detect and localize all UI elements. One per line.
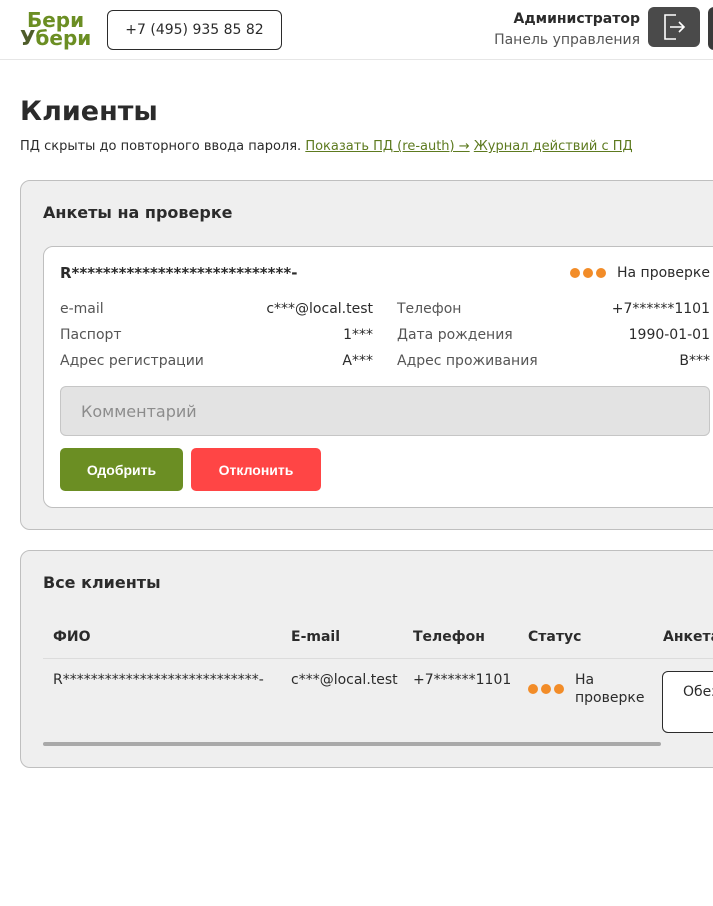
email-value: c***@local.test [266, 301, 373, 317]
clients-panel: Все клиенты ФИО E-mail Телефон Статус Ан… [20, 550, 713, 768]
phone-value: +7******1101 [611, 301, 710, 317]
application-card: R****************************- На провер… [43, 246, 713, 508]
status-dots-icon [570, 268, 609, 278]
pd-notice: ПД скрыты до повторного ввода пароля. По… [20, 139, 633, 154]
review-panel-title: Анкеты на проверке [43, 203, 233, 222]
form-action-button[interactable]: Обез [662, 671, 713, 733]
page-title: Клиенты [20, 96, 158, 127]
cell-email: c***@local.test [291, 672, 398, 688]
horizontal-scrollbar[interactable] [43, 742, 661, 746]
logo-accent: У [20, 26, 36, 50]
logo-line-2: Убери [20, 26, 92, 50]
logo[interactable]: Бери Убери [20, 10, 102, 52]
status-dots-icon [528, 684, 567, 694]
column-header-status[interactable]: Статус [528, 629, 581, 645]
cell-status-line-1: На [575, 672, 595, 688]
admin-name: Администратор [513, 11, 640, 27]
menu-button[interactable] [708, 7, 713, 50]
live-address-value: B*** [679, 353, 710, 369]
reg-address-label: Адрес регистрации [60, 353, 204, 369]
cell-phone: +7******1101 [413, 672, 512, 688]
logout-button[interactable] [648, 7, 700, 47]
app-header: Бери Убери +7 (495) 935 85 82 Администра… [0, 0, 713, 60]
passport-value: 1*** [343, 327, 373, 343]
phone-button[interactable]: +7 (495) 935 85 82 [107, 10, 282, 50]
pd-journal-link[interactable]: Журнал действий с ПД [474, 139, 633, 154]
reg-address-value: A*** [342, 353, 373, 369]
status-badge: На проверке [570, 265, 710, 281]
show-pd-link[interactable]: Показать ПД (re-auth) → [305, 139, 469, 154]
column-header-name[interactable]: ФИО [53, 629, 91, 645]
admin-panel-label: Панель управления [494, 32, 640, 48]
live-address-label: Адрес проживания [397, 353, 538, 369]
birth-date-value: 1990-01-01 [628, 327, 710, 343]
pd-notice-text: ПД скрыты до повторного ввода пароля. [20, 139, 302, 154]
review-panel: Анкеты на проверке R********************… [20, 180, 713, 530]
birth-date-label: Дата рождения [397, 327, 513, 343]
logout-icon [664, 14, 686, 40]
reject-button[interactable]: Отклонить [191, 448, 321, 491]
column-header-form[interactable]: Анкета [663, 629, 713, 645]
cell-status-line-2: проверке [575, 690, 645, 706]
column-header-phone[interactable]: Телефон [413, 629, 485, 645]
phone-label: Телефон [397, 301, 462, 317]
logo-line-2-rest: бери [35, 26, 92, 50]
column-header-email[interactable]: E-mail [291, 629, 340, 645]
approve-button[interactable]: Одобрить [60, 448, 183, 491]
passport-label: Паспорт [60, 327, 122, 343]
comment-input[interactable]: Комментарий [60, 386, 710, 436]
applicant-name: R****************************- [60, 264, 298, 282]
status-text: На проверке [617, 265, 710, 281]
cell-name: R****************************- [53, 672, 264, 688]
email-label: e-mail [60, 301, 104, 317]
clients-panel-title: Все клиенты [43, 573, 161, 592]
table-divider [43, 658, 713, 659]
